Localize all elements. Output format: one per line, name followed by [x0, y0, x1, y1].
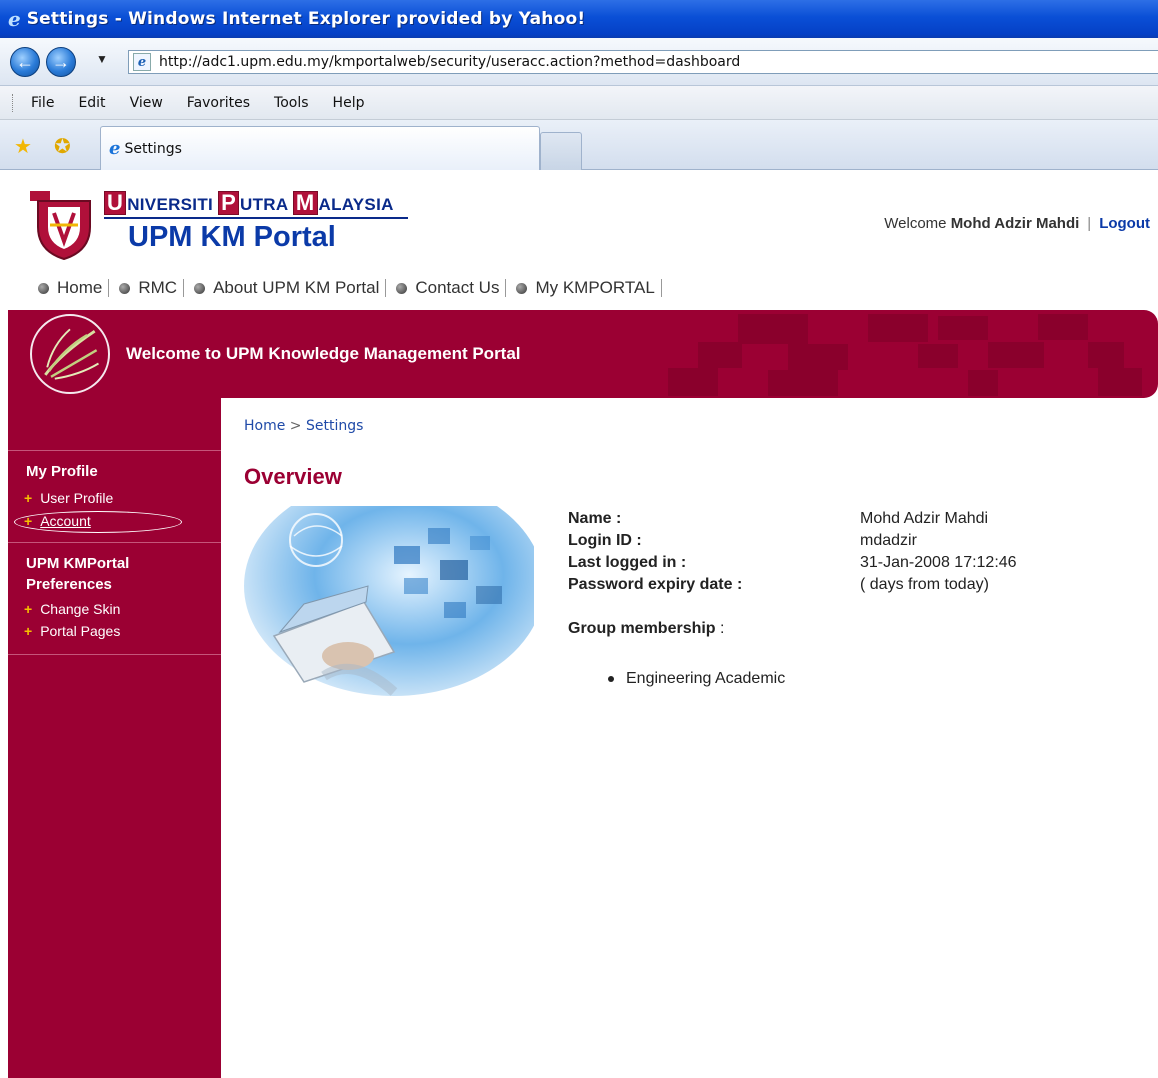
menu-tools[interactable]: Tools	[274, 95, 309, 111]
plus-icon: +	[24, 490, 33, 506]
page-title: Overview	[244, 464, 342, 489]
field-value: 31-Jan-2008 17:12:46	[860, 554, 1017, 571]
forward-arrow-icon[interactable]: →	[46, 47, 76, 77]
field-row: Last logged in : 31-Jan-2008 17:12:46	[568, 554, 1017, 572]
laptop-hero-image	[244, 506, 534, 696]
breadcrumb-home[interactable]: Home	[244, 418, 285, 434]
account-highlight-ellipse	[14, 511, 182, 533]
url-text: http://adc1.upm.edu.my/kmportalweb/secur…	[159, 54, 741, 70]
nav-bullet-icon	[38, 282, 49, 294]
banner-pattern	[1098, 368, 1142, 396]
sidebar-item-change-skin[interactable]: + Change Skin	[24, 601, 120, 617]
nav-contact[interactable]: Contact Us	[396, 279, 507, 297]
nav-bullet-icon	[516, 282, 528, 294]
back-arrow-icon[interactable]: ←	[10, 47, 40, 77]
banner-pattern	[938, 316, 988, 340]
leaf-logo-icon	[30, 314, 110, 394]
list-item: Engineering Academic	[608, 670, 785, 688]
banner-pattern	[1038, 314, 1088, 340]
address-toolbar: ← → ▼ e http://adc1.upm.edu.my/kmportalw…	[0, 38, 1158, 86]
field-row: Login ID : mdadzir	[568, 532, 917, 550]
menu-view[interactable]: View	[130, 95, 163, 111]
group-name: Engineering Academic	[626, 670, 786, 687]
menu-help[interactable]: Help	[333, 95, 365, 111]
menu-favorites[interactable]: Favorites	[187, 95, 250, 111]
nav-rmc[interactable]: RMC	[119, 279, 185, 297]
sidebar-divider	[8, 654, 221, 655]
sidebar-divider	[8, 450, 221, 451]
field-label: Last logged in :	[568, 554, 687, 571]
menu-bar: File Edit View Favorites Tools Help	[0, 86, 1158, 120]
welcome-prefix: Welcome	[884, 215, 947, 232]
tab-settings[interactable]: e Settings	[100, 126, 540, 170]
menu-edit[interactable]: Edit	[78, 95, 105, 111]
banner-pattern	[968, 370, 998, 396]
group-membership-label: Group membership :	[568, 620, 725, 637]
field-row: Name : Mohd Adzir Mahdi	[568, 510, 988, 528]
user-name: Mohd Adzir Mahdi	[950, 215, 1080, 232]
nav-my-kmportal[interactable]: My KMPORTAL	[516, 279, 662, 297]
sidebar-item-user-profile[interactable]: + User Profile	[24, 490, 113, 506]
plus-icon: +	[24, 601, 33, 617]
nav-home[interactable]: Home	[38, 279, 110, 297]
sidebar-heading-my-profile: My Profile	[26, 463, 98, 480]
banner-pattern	[918, 344, 958, 368]
tab-label: Settings	[124, 140, 182, 157]
banner-pattern	[668, 368, 718, 396]
sidebar-heading-preferences: UPM KMPortal Preferences	[26, 555, 130, 593]
history-dropdown-icon[interactable]: ▼	[96, 52, 108, 66]
address-input[interactable]: e http://adc1.upm.edu.my/kmportalweb/sec…	[128, 50, 1158, 74]
banner-pattern	[738, 314, 808, 344]
field-label: Password expiry date :	[568, 576, 743, 593]
nav-bullet-icon	[119, 282, 131, 294]
field-label: Login ID :	[568, 532, 642, 549]
ie-logo-icon: e	[8, 7, 21, 31]
banner-pattern	[788, 344, 848, 370]
banner-pattern	[698, 342, 742, 368]
star-icon[interactable]: ★	[14, 134, 32, 159]
welcome-user: Welcome Mohd Adzir Mahdi | Logout	[884, 215, 1150, 232]
nav-bullet-icon	[396, 282, 408, 294]
welcome-banner: Welcome to UPM Knowledge Management Port…	[8, 310, 1158, 398]
banner-pattern	[868, 314, 928, 342]
banner-title: Welcome to UPM Knowledge Management Port…	[126, 344, 521, 363]
bullet-icon	[608, 676, 614, 682]
top-nav: Home RMC About UPM KM Portal Contact Us …	[38, 279, 672, 297]
field-value: ( days from today)	[860, 576, 989, 593]
add-star-icon[interactable]: ✪	[54, 134, 71, 159]
sidebar-item-portal-pages[interactable]: + Portal Pages	[24, 623, 120, 639]
site-header: U NIVERSITI P UTRA M ALAYSIA UPM KM Portal …	[0, 171, 1158, 311]
banner-pattern	[988, 342, 1044, 368]
field-label: Name :	[568, 510, 622, 527]
sidebar: My Profile + User Profile + Account UPM KM…	[8, 398, 221, 1078]
breadcrumb-separator: >	[289, 418, 302, 434]
nav-about[interactable]: About UPM KM Portal	[194, 279, 387, 297]
university-underline	[104, 217, 408, 219]
page-icon: e	[133, 53, 151, 71]
breadcrumb-current[interactable]: Settings	[306, 418, 363, 434]
upm-crest-icon	[30, 191, 91, 261]
banner-pattern	[768, 370, 838, 396]
nav-bullet-icon	[194, 282, 206, 294]
window-titlebar: e Settings - Windows Internet Explorer p…	[0, 0, 1158, 38]
logout-link[interactable]: Logout	[1099, 215, 1150, 232]
toolbar-grip[interactable]	[12, 93, 15, 112]
breadcrumb: Home > Settings	[244, 418, 363, 434]
banner-pattern	[1088, 342, 1124, 368]
tab-bar: ★ ✪ e Settings	[0, 120, 1158, 170]
sidebar-divider	[8, 542, 221, 543]
portal-name: UPM KM Portal	[128, 221, 336, 253]
menu-file[interactable]: File	[31, 95, 54, 111]
header-separator: |	[1087, 215, 1092, 232]
field-value: Mohd Adzir Mahdi	[860, 510, 989, 527]
field-value: mdadzir	[860, 532, 917, 549]
window-title: Settings - Windows Internet Explorer pro…	[26, 9, 586, 29]
ie-tab-icon: e	[109, 138, 121, 159]
plus-icon: +	[24, 623, 33, 639]
main-content: Home > Settings Overview Name : Mohd Adz…	[221, 398, 1158, 1078]
new-tab-button[interactable]	[540, 132, 582, 170]
university-name: U NIVERSITI P UTRA M ALAYSIA	[104, 191, 394, 215]
field-row: Password expiry date : ( days from today…	[568, 576, 989, 594]
